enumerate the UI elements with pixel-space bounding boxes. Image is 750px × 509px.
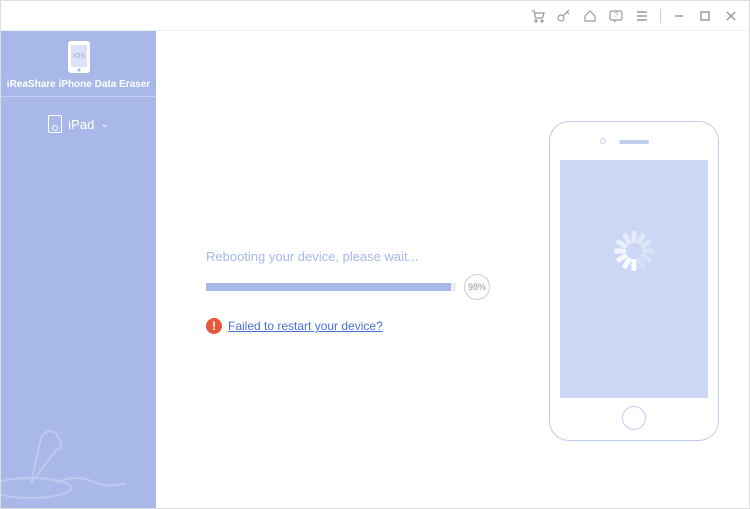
minimize-icon[interactable] — [671, 8, 687, 24]
status-message: Rebooting your device, please wait... — [206, 249, 506, 264]
sidebar-decoration — [1, 388, 156, 508]
spinner-icon — [612, 257, 656, 301]
svg-text:?: ? — [614, 12, 618, 19]
logo-icon: iOS — [64, 39, 94, 75]
device-name: iPad — [68, 117, 94, 132]
progress-row: 98% — [206, 274, 506, 300]
progress-fill — [206, 283, 451, 291]
progress-area: Rebooting your device, please wait... 98… — [206, 249, 506, 334]
main: iOS iReaShare iPhone Data Eraser iPad ⌄ … — [1, 31, 749, 508]
feedback-icon[interactable]: ? — [608, 8, 624, 24]
menu-icon[interactable] — [634, 8, 650, 24]
phone-speaker — [619, 140, 649, 144]
phone-camera — [600, 138, 606, 144]
close-icon[interactable] — [723, 8, 739, 24]
svg-text:iOS: iOS — [72, 53, 84, 60]
error-link[interactable]: Failed to restart your device? — [228, 319, 383, 333]
maximize-icon[interactable] — [697, 8, 713, 24]
sidebar: iOS iReaShare iPhone Data Eraser iPad ⌄ — [1, 31, 156, 508]
cart-icon[interactable] — [530, 8, 546, 24]
phone-screen — [560, 160, 708, 398]
content: Rebooting your device, please wait... 98… — [156, 31, 749, 508]
logo: iOS iReaShare iPhone Data Eraser — [1, 31, 156, 97]
error-row: ! Failed to restart your device? — [206, 318, 506, 334]
brand-text: iReaShare iPhone Data Eraser — [7, 79, 150, 90]
titlebar-divider — [660, 9, 661, 23]
progress-percent: 98% — [464, 274, 490, 300]
home-icon[interactable] — [582, 8, 598, 24]
device-icon — [48, 115, 62, 133]
phone-illustration — [549, 121, 719, 441]
device-selector[interactable]: iPad ⌄ — [48, 115, 108, 133]
alert-icon: ! — [206, 318, 222, 334]
key-icon[interactable] — [556, 8, 572, 24]
phone-home-button — [622, 406, 646, 430]
titlebar: ? — [1, 1, 749, 31]
progress-bar — [206, 283, 456, 291]
chevron-down-icon: ⌄ — [100, 119, 108, 130]
